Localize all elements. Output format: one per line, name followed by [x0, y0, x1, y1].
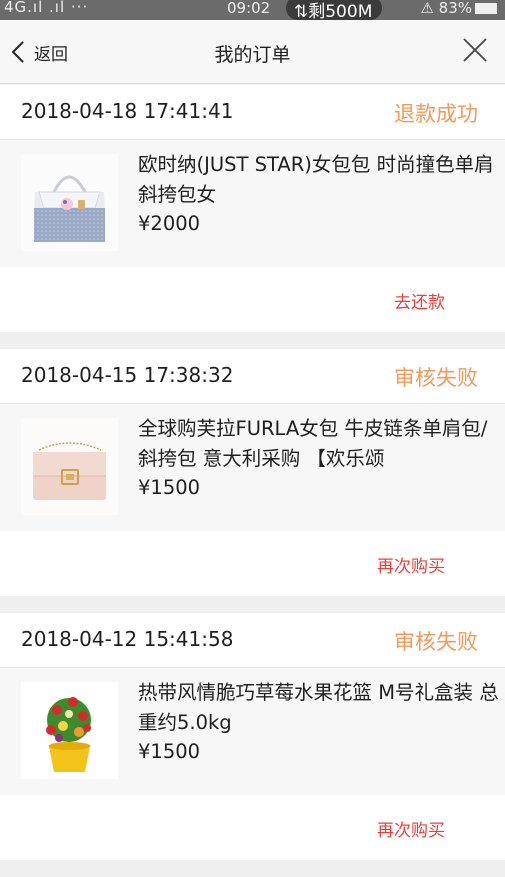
order-card: 2018-04-18 17:41:41 退款成功 欧时纳(JUST STAR)女… — [0, 85, 505, 332]
buy-again-button[interactable]: 再次购买 — [377, 552, 445, 577]
order-header: 2018-04-18 17:41:41 退款成功 — [0, 85, 505, 140]
battery-icon — [475, 3, 497, 14]
nav-bar: 返回 我的订单 — [0, 20, 505, 84]
order-card: 2018-04-15 17:38:32 审核失败 全球购芙拉FURLA女包 牛皮… — [0, 349, 505, 596]
product-price: ¥1500 — [138, 476, 201, 499]
order-status: 退款成功 — [394, 102, 478, 126]
status-time: 09:02 — [227, 0, 271, 17]
battery-indicator: ⚠ 83% — [420, 0, 497, 17]
close-icon[interactable] — [462, 37, 488, 63]
order-date: 2018-04-18 17:41:41 — [21, 99, 234, 123]
order-product[interactable]: 热带风情脆巧草莓水果花篮 M号礼盒装 总重约5.0kg ¥1500 — [0, 668, 505, 795]
order-status: 审核失败 — [394, 630, 478, 654]
order-card: 2018-04-12 15:41:58 审核失败 热带风情脆巧草莓水果花篮 M号… — [0, 613, 505, 860]
order-date: 2018-04-15 17:38:32 — [21, 363, 234, 387]
product-name: 全球购芙拉FURLA女包 牛皮链条单肩包/斜挎包 意大利采购 【欢乐颂 — [138, 417, 488, 470]
order-product[interactable]: 全球购芙拉FURLA女包 牛皮链条单肩包/斜挎包 意大利采购 【欢乐颂 ¥150… — [0, 404, 505, 531]
product-name: 欧时纳(JUST STAR)女包包 时尚撞色单肩斜挎包女 — [138, 153, 494, 206]
product-name: 热带风情脆巧草莓水果花篮 M号礼盒装 总重约5.0kg — [138, 681, 499, 734]
product-image-handbag-pink — [21, 418, 118, 515]
order-header: 2018-04-12 15:41:58 审核失败 — [0, 613, 505, 668]
product-price: ¥2000 — [138, 212, 201, 235]
order-footer: 再次购买 — [0, 531, 505, 596]
order-header: 2018-04-15 17:38:32 审核失败 — [0, 349, 505, 404]
product-image-handbag-blue — [21, 154, 118, 251]
battery-level: ⚠ 83% — [420, 0, 472, 17]
order-status: 审核失败 — [394, 366, 478, 390]
product-price: ¥1500 — [138, 740, 201, 763]
repay-button[interactable]: 去还款 — [394, 288, 445, 313]
order-date: 2018-04-12 15:41:58 — [21, 627, 234, 651]
signal-indicator: 4G.ıl .ıl ··· — [4, 0, 89, 16]
order-footer: 再次购买 — [0, 795, 505, 860]
order-product[interactable]: 欧时纳(JUST STAR)女包包 时尚撞色单肩斜挎包女 ¥2000 — [0, 140, 505, 267]
page-title: 我的订单 — [214, 44, 291, 66]
order-footer: 去还款 — [0, 267, 505, 332]
status-bar: 4G.ıl .ıl ··· 09:02 ⇅剩500M ⚠ 83% — [0, 0, 505, 22]
data-usage-badge: ⇅剩500M — [286, 0, 383, 22]
buy-again-button[interactable]: 再次购买 — [377, 816, 445, 841]
product-image-fruit-basket — [21, 682, 118, 779]
